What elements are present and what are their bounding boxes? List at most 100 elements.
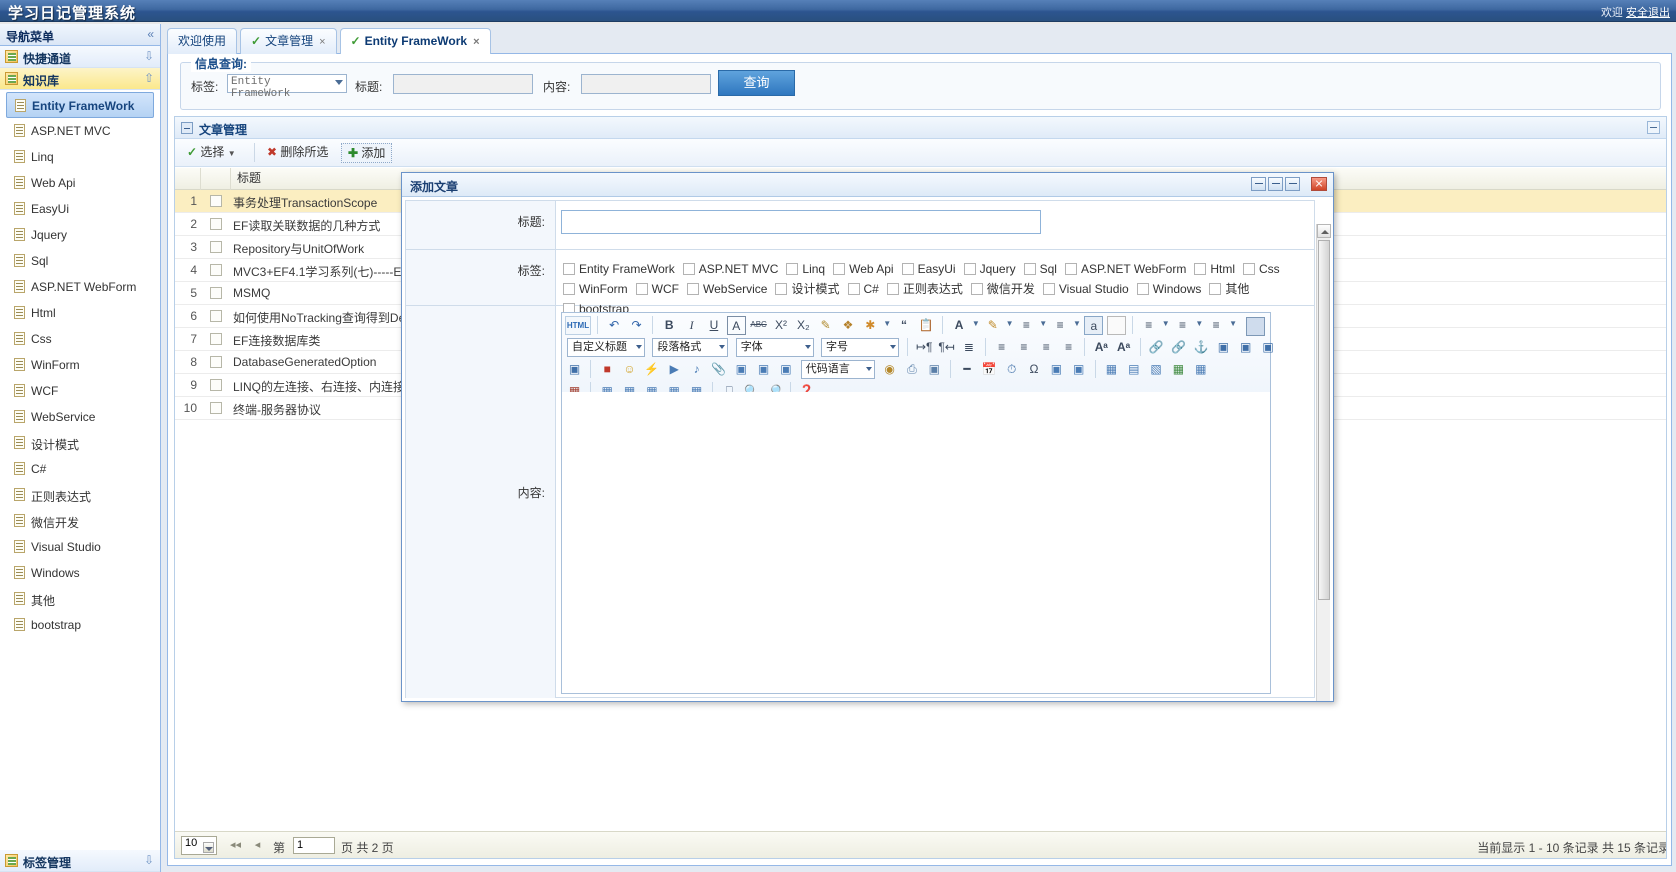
close-button[interactable] [1311, 177, 1327, 191]
row-checkbox[interactable] [210, 195, 222, 207]
tag-checkbox[interactable]: ASP.NET WebForm [1064, 259, 1186, 279]
tag-checkbox[interactable]: WebService [687, 279, 767, 299]
table-icon[interactable]: ▦ [1102, 360, 1121, 379]
sidebar-tree-item[interactable]: ASP.NET MVC [6, 118, 154, 144]
first-page-icon[interactable]: ◂◂ [227, 837, 244, 854]
background-color-icon[interactable]: ✎ [983, 316, 1002, 335]
checkbox-icon[interactable] [1243, 263, 1255, 275]
paragraph-format-select[interactable]: 段落格式 [652, 338, 729, 357]
code-language-select[interactable]: 代码语言 [800, 360, 875, 379]
row-checkbox[interactable] [210, 310, 222, 322]
align-right-icon[interactable]: ≡ [1037, 338, 1056, 357]
logout-link[interactable]: 安全退出 [1626, 7, 1670, 19]
row-checkbox[interactable] [210, 356, 222, 368]
checkbox-icon[interactable] [847, 283, 860, 295]
sidebar-tree-item[interactable]: 其他 [6, 586, 154, 612]
eraser-icon[interactable]: ✎ [816, 316, 835, 335]
checkbox-icon[interactable] [635, 283, 648, 295]
flash-icon[interactable]: ⚡ [642, 360, 661, 379]
tag-checkbox[interactable]: Web Api [833, 259, 894, 279]
tag-checkbox[interactable]: EasyUi [901, 259, 956, 279]
chevron-down-icon[interactable]: ▼ [1195, 315, 1203, 334]
sidebar-tree-item[interactable]: WinForm [6, 352, 154, 378]
checkbox-icon[interactable] [786, 263, 799, 275]
link-icon[interactable]: 🔗 [1147, 338, 1166, 357]
article-title-input[interactable] [561, 210, 1041, 234]
blockquote-icon[interactable]: “ [895, 316, 914, 335]
checkbox-icon[interactable] [1042, 283, 1055, 295]
indent-icon[interactable]: ≡ [1207, 316, 1226, 335]
ltr-icon[interactable]: ¶↤ [937, 338, 956, 357]
custom-title-select[interactable]: 自定义标题 [567, 338, 645, 357]
chevron-down-icon[interactable]: ▼ [972, 315, 980, 334]
paint-format-icon[interactable]: ❖ [838, 316, 857, 335]
row-checkbox[interactable] [210, 241, 222, 253]
sidebar-tree-item[interactable]: Jquery [6, 222, 154, 248]
chevron-down-icon[interactable]: ▼ [1039, 315, 1047, 334]
page-break-icon[interactable] [1106, 316, 1126, 335]
tab-3[interactable]: ✓ Entity FrameWork × [339, 28, 491, 55]
checkbox-icon[interactable] [1023, 263, 1036, 275]
dialog-titlebar[interactable]: 添加文章 [402, 173, 1333, 197]
checkbox-icon[interactable] [563, 283, 575, 295]
sidebar-tree-item[interactable]: Html [6, 300, 154, 326]
image-icon[interactable]: ▣ [565, 360, 584, 379]
sidebar-tree-item[interactable]: Css [6, 326, 154, 352]
sidebar-tree-item[interactable]: Linq [6, 144, 154, 170]
select-button[interactable]: ✓ 选择 ▼ [181, 143, 242, 163]
editor-content-area[interactable] [562, 392, 1270, 693]
sidebar-tree-item[interactable]: 正则表达式 [6, 482, 154, 508]
table-row-icon[interactable]: ▤ [1124, 360, 1143, 379]
redo-icon[interactable]: ↷ [627, 316, 646, 335]
align-center-icon[interactable]: ≡ [1014, 338, 1033, 357]
sidebar-tree-item[interactable]: 设计模式 [6, 430, 154, 456]
anchor-icon[interactable]: ⚓ [1192, 338, 1211, 357]
sidebar-tree-item[interactable]: WCF [6, 378, 154, 404]
row-checkbox[interactable] [210, 287, 222, 299]
checkbox-icon[interactable] [833, 263, 846, 275]
uppercase-icon[interactable]: Aᵃ [1092, 338, 1111, 357]
image-left-icon[interactable]: ▣ [1214, 338, 1233, 357]
template-icon[interactable]: ▣ [925, 360, 944, 379]
html-source-button[interactable]: HTML [565, 316, 591, 335]
sidebar-accordion-quick-channel[interactable]: 快捷通道 ⇩ [0, 46, 160, 68]
horizontal-rule-icon[interactable]: ━ [958, 360, 977, 379]
chevron-down-icon[interactable]: ▼ [1162, 315, 1170, 334]
sidebar-accordion-knowledge-base[interactable]: 知识库 ⇧ [0, 68, 160, 90]
table-col-icon[interactable]: ▧ [1147, 360, 1166, 379]
chevron-up-icon[interactable]: ⇧ [144, 71, 154, 85]
underline-icon[interactable]: U [704, 316, 723, 335]
sidebar-tree-item[interactable]: Entity FrameWork [6, 92, 154, 118]
italic-icon[interactable]: I [682, 316, 701, 335]
bold-icon[interactable]: B [660, 316, 679, 335]
minimize-button[interactable] [1251, 177, 1266, 191]
indent-more-icon[interactable]: ≣ [959, 338, 978, 357]
checkbox-icon[interactable] [563, 263, 575, 275]
tag-checkbox[interactable]: Sql [1023, 259, 1057, 279]
page-size-select[interactable]: 10 [181, 836, 217, 855]
tag-checkbox[interactable]: Linq [786, 259, 825, 279]
ordered-list-icon[interactable]: ≡ [1017, 316, 1036, 335]
undo-icon[interactable]: ↶ [605, 316, 624, 335]
font-size-select[interactable]: 字号 [821, 338, 900, 357]
tab-2[interactable]: ✓ 文章管理 × [240, 28, 337, 54]
smiley-icon[interactable]: ☺ [620, 360, 639, 379]
chevron-down-icon[interactable]: ▼ [1006, 315, 1014, 334]
tag-checkbox[interactable]: ASP.NET MVC [682, 259, 778, 279]
tag-checkbox[interactable]: Visual Studio [1042, 279, 1129, 299]
highlight-icon[interactable]: ✱ [861, 316, 880, 335]
tag-checkbox[interactable]: Entity FrameWork [563, 259, 675, 279]
anchor-text-icon[interactable]: a [1084, 316, 1104, 335]
sidebar-tree-item[interactable]: ASP.NET WebForm [6, 274, 154, 300]
dialog-scrollbar[interactable] [1316, 224, 1331, 701]
scroll-thumb[interactable] [1318, 240, 1330, 600]
date-icon[interactable]: 📅 [980, 360, 999, 379]
sidebar-tree-item[interactable]: EasyUi [6, 196, 154, 222]
sidebar-tree-item[interactable]: Web Api [6, 170, 154, 196]
content-filter-input[interactable] [581, 74, 711, 94]
add-button[interactable]: ✚ 添加 [341, 143, 393, 163]
subscript-icon[interactable]: X₂ [794, 316, 813, 335]
collapse-sidebar-icon[interactable]: « [147, 27, 154, 41]
checkbox-icon[interactable] [886, 283, 899, 295]
tab-1[interactable]: 欢迎使用 [167, 28, 238, 54]
